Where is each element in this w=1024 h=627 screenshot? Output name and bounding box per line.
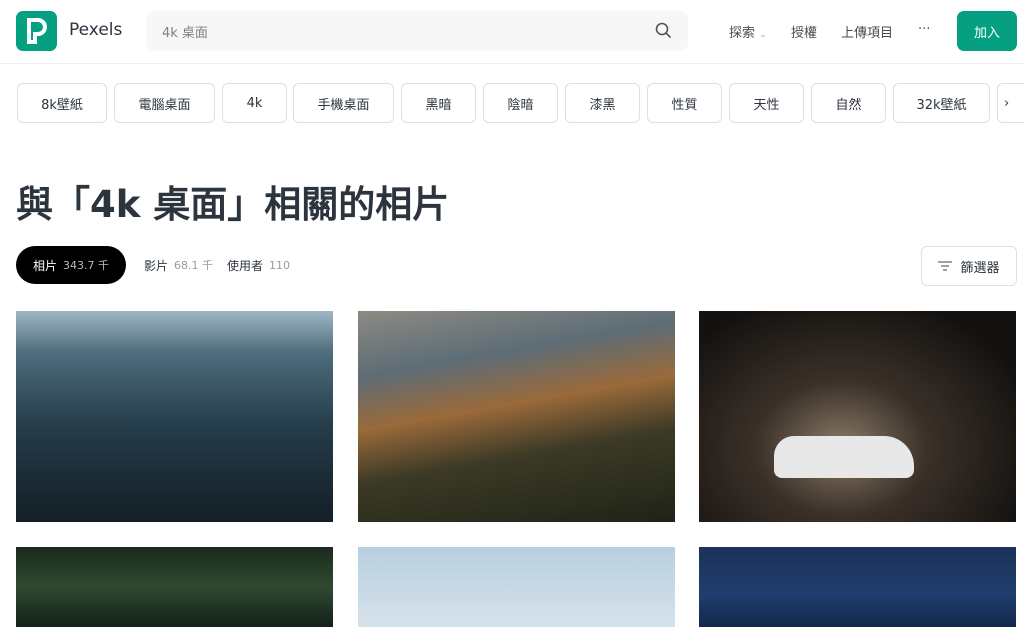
chip[interactable]: 天性 [729,83,804,123]
chevron-right-icon[interactable]: › [997,83,1024,123]
nav-explore[interactable]: 探索 ⌄ [729,22,767,41]
page-title: 與「4k 桌面」相關的相片 [16,183,450,226]
chip[interactable]: 手機桌面 [293,83,394,123]
pexels-logo[interactable] [16,11,57,51]
photo-city-aerial[interactable] [16,311,333,522]
chip[interactable]: 性質 [647,83,722,123]
tab-count: 343.7 千 [63,259,110,272]
photo-palm-leaves[interactable] [16,547,333,627]
photo-mountain-coast[interactable] [358,311,675,522]
header-divider [0,63,1024,64]
filter-label: 篩選器 [960,260,1000,276]
chip[interactable]: 陰暗 [483,83,558,123]
brand-name[interactable]: Pexels [69,20,122,40]
filter-icon [938,261,953,271]
tab-label: 使用者 [227,258,264,273]
photo-white-car-night[interactable] [699,311,1016,522]
search-input[interactable] [146,11,688,51]
join-button[interactable]: 加入 [957,11,1017,51]
chip[interactable]: 4k [222,83,287,123]
search-icon[interactable] [655,22,672,39]
chevron-down-icon: ⌄ [759,30,767,40]
tab-photos[interactable]: 相片 343.7 千 [16,246,127,284]
chip[interactable]: 8k壁紙 [17,83,107,123]
tab-count: 68.1 千 [174,259,214,272]
chip[interactable]: 32k壁紙 [893,83,990,123]
nav-upload[interactable]: 上傳項目 [841,22,893,41]
tab-users[interactable]: 使用者 110 [227,246,290,284]
car-shape [774,436,914,478]
filter-button[interactable]: 篩選器 [921,246,1017,286]
nav-license[interactable]: 授權 [791,22,817,41]
chip[interactable]: 漆黑 [565,83,640,123]
tab-label: 相片 [33,258,58,273]
photo-night-sky[interactable] [699,547,1016,627]
tab-count: 110 [269,258,291,272]
search-bar[interactable] [146,11,688,51]
tab-label: 影片 [144,258,169,273]
chip[interactable]: 自然 [811,83,886,123]
more-menu-icon[interactable]: ··· [918,22,930,37]
tab-videos[interactable]: 影片 68.1 千 [144,246,213,284]
chip[interactable]: 電腦桌面 [114,83,215,123]
photo-sky-haze[interactable] [358,547,675,627]
nav-explore-label: 探索 [729,26,756,41]
chip[interactable]: 黑暗 [401,83,476,123]
